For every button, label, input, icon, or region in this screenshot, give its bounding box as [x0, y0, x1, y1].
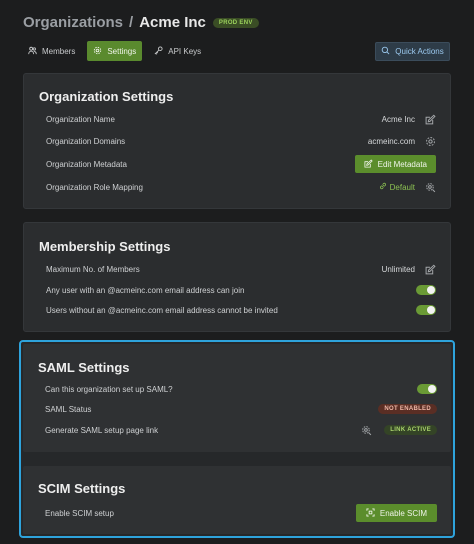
saml-setup-row: Can this organization set up SAML?	[45, 380, 437, 398]
invite-restriction-label: Users without an @acmeinc.com email addr…	[46, 305, 278, 315]
breadcrumb: Organizations / Acme Inc PROD ENV	[23, 14, 259, 31]
saml-settings-card: SAML Settings Can this organization set …	[23, 344, 451, 452]
scim-setup-row: Enable SCIM setup Enable SCIM	[45, 504, 437, 522]
organization-metadata-row: Organization Metadata Edit Metadata	[46, 155, 436, 173]
organization-settings-title: Organization Settings	[39, 89, 174, 104]
tab-bar: Members Settings API Keys	[22, 41, 207, 61]
enable-scim-button[interactable]: Enable SCIM	[355, 504, 437, 522]
join-domain-label: Any user with an @acmeinc.com email addr…	[46, 285, 245, 295]
saml-link-row: Generate SAML setup page link LINK ACTIV…	[45, 421, 437, 439]
gear-icon[interactable]	[425, 136, 436, 147]
organization-domains-row: Organization Domains acmeinc.com	[46, 132, 436, 150]
saml-status-row: SAML Status NOT ENABLED	[45, 400, 437, 418]
tab-settings[interactable]: Settings	[87, 41, 143, 61]
scim-settings-title: SCIM Settings	[38, 481, 126, 496]
search-sparkle-icon	[381, 46, 390, 57]
breadcrumb-separator: /	[129, 14, 134, 31]
page-title: Acme Inc	[139, 14, 206, 31]
edit-metadata-label: Edit Metadata	[377, 159, 427, 169]
membership-settings-title: Membership Settings	[39, 239, 171, 254]
saml-settings-title: SAML Settings	[38, 360, 130, 375]
organization-settings-card: Organization Settings Organization Name …	[23, 73, 451, 209]
scim-setup-label: Enable SCIM setup	[45, 508, 114, 518]
edit-icon	[364, 159, 373, 170]
organization-name-value: Acme Inc	[381, 114, 415, 124]
max-members-value: Unlimited	[381, 264, 415, 274]
tab-settings-label: Settings	[107, 46, 137, 56]
tab-api-keys[interactable]: API Keys	[148, 41, 207, 61]
membership-settings-card: Membership Settings Maximum No. of Membe…	[23, 222, 451, 332]
generate-link-icon[interactable]	[361, 425, 372, 436]
env-badge: PROD ENV	[212, 17, 259, 28]
quick-actions-label: Quick Actions	[395, 47, 444, 56]
saml-status-label: SAML Status	[45, 404, 92, 414]
breadcrumb-organizations-link[interactable]: Organizations	[23, 14, 123, 31]
tab-members-label: Members	[42, 46, 76, 56]
scim-settings-card: SCIM Settings Enable SCIM setup Enable S…	[23, 466, 451, 534]
join-domain-toggle[interactable]	[416, 285, 436, 295]
invite-restriction-toggle[interactable]	[416, 305, 436, 315]
saml-link-label: Generate SAML setup page link	[45, 425, 159, 435]
organization-role-mapping-label: Organization Role Mapping	[46, 182, 143, 192]
edit-icon[interactable]	[425, 114, 436, 125]
role-mapping-value: Default	[389, 182, 415, 192]
tab-api-keys-label: API Keys	[168, 46, 202, 56]
organization-name-row: Organization Name Acme Inc	[46, 110, 436, 128]
role-mapping-default-link[interactable]: Default	[379, 182, 415, 192]
edit-icon[interactable]	[425, 264, 436, 275]
enable-scim-label: Enable SCIM	[379, 508, 427, 518]
users-icon	[28, 46, 37, 57]
invite-restriction-row: Users without an @acmeinc.com email addr…	[46, 301, 436, 319]
join-domain-row: Any user with an @acmeinc.com email addr…	[46, 281, 436, 299]
organization-domains-value: acmeinc.com	[367, 136, 415, 146]
organization-role-mapping-row: Organization Role Mapping Default	[46, 178, 436, 196]
scan-icon	[366, 507, 375, 519]
organization-metadata-label: Organization Metadata	[46, 159, 127, 169]
saml-setup-toggle[interactable]	[417, 384, 437, 394]
organization-name-label: Organization Name	[46, 114, 115, 124]
saml-setup-label: Can this organization set up SAML?	[45, 384, 173, 394]
max-members-row: Maximum No. of Members Unlimited	[46, 260, 436, 278]
edit-metadata-button[interactable]: Edit Metadata	[354, 155, 436, 173]
organization-domains-label: Organization Domains	[46, 136, 126, 146]
tab-members[interactable]: Members	[22, 41, 81, 61]
saml-status-badge: NOT ENABLED	[378, 404, 437, 414]
quick-actions-button[interactable]: Quick Actions	[375, 42, 450, 61]
max-members-label: Maximum No. of Members	[46, 264, 140, 274]
key-icon	[154, 45, 163, 57]
gear-icon	[93, 46, 102, 57]
gear-search-icon[interactable]	[425, 182, 436, 193]
saml-link-badge: LINK ACTIVE	[384, 425, 437, 435]
link-icon	[379, 182, 387, 192]
